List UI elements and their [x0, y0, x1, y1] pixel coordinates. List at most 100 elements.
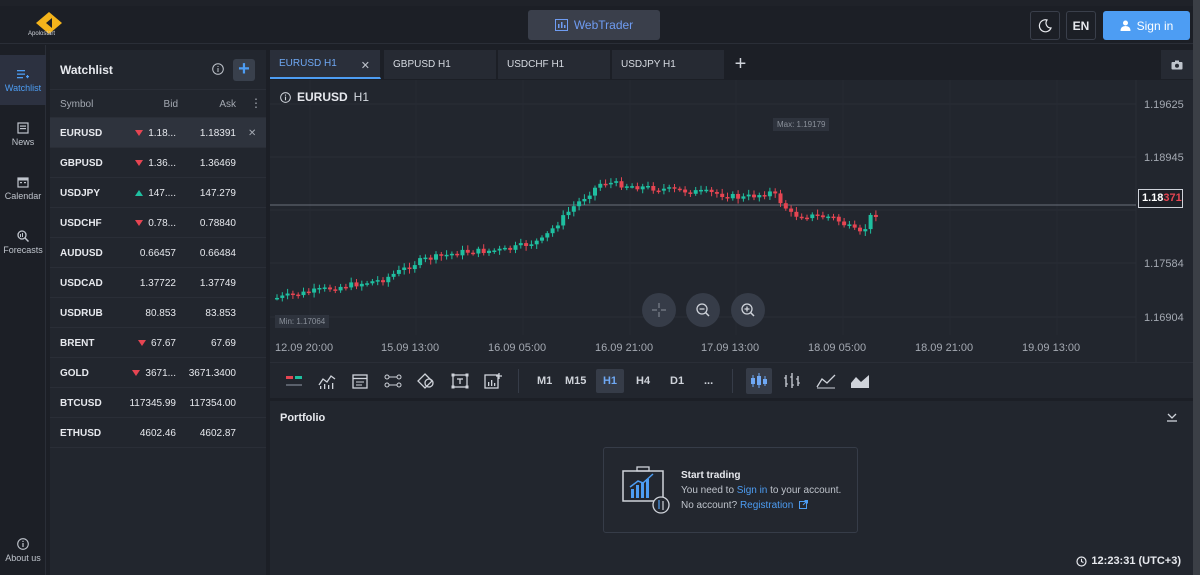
nav-item-forecasts[interactable]: Forecasts — [0, 217, 46, 267]
info-icon[interactable] — [212, 63, 224, 75]
sign-in-link[interactable]: Sign in — [737, 485, 768, 496]
candle — [831, 213, 836, 221]
nav-item-about[interactable]: About us — [0, 525, 46, 575]
timeframe-m15[interactable]: M15 — [560, 369, 591, 393]
row-bid-value: 147.... — [148, 188, 176, 199]
row-ask: 1.18391 — [199, 128, 236, 139]
row-bid: 117345.99 — [129, 398, 176, 409]
clock-sync-icon — [1076, 555, 1088, 567]
line-chart-button[interactable] — [816, 371, 836, 391]
watchlist-row[interactable]: EURUSD 1.18... 1.18391 ✕ — [50, 118, 266, 148]
trend-line-icon[interactable] — [383, 371, 403, 391]
candle — [767, 187, 772, 200]
candle — [805, 214, 809, 221]
area-chart-button[interactable] — [850, 371, 870, 391]
collapse-button[interactable] — [1166, 411, 1178, 426]
tab-label: EURUSD H1 — [279, 58, 337, 69]
watchlist-row[interactable]: USDCAD 1.37722 1.37749 — [50, 268, 266, 298]
watchlist-row[interactable]: GBPUSD 1.36... 1.36469 — [50, 148, 266, 178]
screenshot-button[interactable] — [1161, 50, 1193, 79]
candle — [720, 188, 725, 201]
tab-usdjpy[interactable]: USDJPY H1 — [612, 50, 725, 79]
zoom-in-button[interactable] — [731, 293, 765, 327]
tab-gbpusd[interactable]: GBPUSD H1 — [384, 50, 497, 79]
watchlist-row[interactable]: AUDUSD 0.66457 0.66484 — [50, 238, 266, 268]
candle — [693, 186, 698, 196]
templates-icon[interactable] — [483, 371, 503, 391]
info-icon[interactable] — [280, 91, 291, 103]
add-tab-button[interactable]: + — [728, 52, 753, 77]
registration-link[interactable]: Registration — [740, 500, 793, 511]
candle — [312, 283, 317, 298]
candles-chart-button[interactable] — [746, 368, 772, 394]
volume-icon[interactable] — [284, 371, 304, 391]
candle — [730, 191, 735, 201]
start-trading-title: Start trading — [681, 470, 741, 481]
candle — [635, 182, 640, 192]
zoom-out-button[interactable] — [686, 293, 720, 327]
column-symbol[interactable]: Symbol — [60, 99, 93, 110]
indicators-icon[interactable] — [317, 371, 337, 391]
row-symbol: USDCHF — [60, 218, 102, 229]
candle — [396, 265, 401, 277]
timeframe-d1[interactable]: D1 — [665, 369, 689, 393]
more-timeframes-button[interactable]: ... — [699, 369, 718, 393]
row-ask: 4602.87 — [199, 428, 236, 439]
nav-item-news[interactable]: News — [0, 109, 46, 159]
watchlist-row[interactable]: BTCUSD 117345.99 117354.00 — [50, 388, 266, 418]
row-symbol: EURUSD — [60, 128, 103, 139]
timeframe-h1[interactable]: H1 — [596, 369, 624, 393]
candle — [370, 278, 375, 286]
candle — [783, 200, 788, 211]
watchlist-row[interactable]: USDRUB 80.853 83.853 — [50, 298, 266, 328]
watchlist-row[interactable]: USDCHF 0.78... 0.78840 — [50, 208, 266, 238]
bars-chart-button[interactable] — [782, 371, 802, 391]
nav-item-calendar[interactable]: Calendar — [0, 163, 46, 213]
watchlist-row[interactable]: GOLD 3671... 3671.3400 — [50, 358, 266, 388]
tab-eurusd[interactable]: EURUSD H1 ✕ — [270, 50, 381, 79]
tab-usdchf[interactable]: USDCHF H1 — [498, 50, 611, 79]
candle — [852, 220, 857, 230]
timeframe-m1[interactable]: M1 — [532, 369, 557, 393]
close-icon[interactable]: ✕ — [248, 128, 256, 139]
column-menu-icon[interactable]: ⋮ — [250, 96, 262, 110]
toolbar-divider — [518, 369, 519, 393]
add-symbol-button[interactable]: + — [233, 59, 255, 81]
candlestick-chart[interactable] — [270, 80, 1193, 362]
sign-in-label: Sign in — [1136, 18, 1174, 33]
price-prefix: 1.18 — [1142, 192, 1164, 204]
price-chart[interactable]: EURUSD H1 Max: 1.19179 Min: 1.17064 1.19… — [270, 80, 1193, 362]
shapes-icon[interactable] — [416, 371, 436, 391]
watchlist-row[interactable]: USDJPY 147.... 147.279 — [50, 178, 266, 208]
nav-item-watchlist[interactable]: Watchlist — [0, 55, 46, 105]
row-symbol: BTCUSD — [60, 398, 102, 409]
events-icon[interactable] — [350, 371, 370, 391]
candle — [773, 188, 778, 198]
close-icon[interactable]: ✕ — [361, 59, 370, 72]
sign-in-hint: You need to Sign in to your account. — [681, 485, 841, 496]
x-tick: 16.09 05:00 — [488, 342, 547, 354]
watchlist-title: Watchlist — [60, 62, 113, 77]
external-link-icon[interactable] — [799, 500, 809, 509]
row-bid-value: 4602.46 — [139, 428, 176, 439]
hint-text: No account? — [681, 500, 740, 511]
candle — [476, 246, 481, 258]
watchlist-row[interactable]: ETHUSD 4602.46 4602.87 — [50, 418, 266, 448]
crosshair-button[interactable] — [642, 293, 676, 327]
column-ask[interactable]: Ask — [219, 99, 236, 110]
theme-toggle-button[interactable] — [1030, 11, 1060, 40]
candle — [333, 286, 338, 294]
watchlist-row[interactable]: BRENT 67.67 67.69 — [50, 328, 266, 358]
webtrader-button[interactable]: WebTrader — [528, 10, 660, 40]
text-tool-icon[interactable] — [450, 371, 470, 391]
timeframe-h4[interactable]: H4 — [631, 369, 655, 393]
candle — [794, 207, 799, 221]
candle — [789, 205, 794, 217]
brand-logo-icon[interactable] — [26, 10, 72, 42]
user-icon — [1120, 20, 1131, 31]
sign-in-button[interactable]: Sign in — [1103, 11, 1190, 40]
language-button[interactable]: EN — [1066, 11, 1096, 40]
column-bid[interactable]: Bid — [164, 99, 178, 110]
brand-name: Apolostart — [28, 31, 56, 37]
candle — [603, 179, 608, 188]
